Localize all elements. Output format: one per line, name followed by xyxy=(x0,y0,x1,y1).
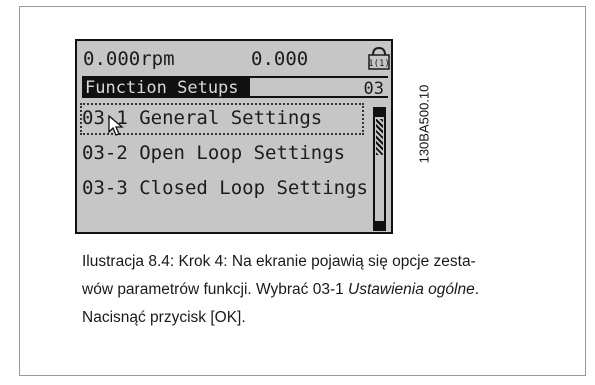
caption-line-2-suffix: . xyxy=(474,281,480,298)
figure-caption: Ilustracja 8.4: Krok 4: Na ekranie pojaw… xyxy=(82,248,552,332)
lock-label: 1(1) xyxy=(368,59,390,69)
figure-code-text: 130BA500.10 xyxy=(416,84,432,164)
caption-line-1: Ilustracja 8.4: Krok 4: Na ekranie pojaw… xyxy=(82,253,476,270)
scroll-up-arrow-icon[interactable] xyxy=(375,108,384,117)
caption-line-2: wów parametrów funkcji. Wybrać 03-1 Usta… xyxy=(82,276,552,304)
value-readout: 0.000 xyxy=(251,48,309,70)
menu-title-bar: Function Setups 03 xyxy=(82,76,388,99)
menu-code-field: 03 xyxy=(250,78,388,99)
mouse-cursor-icon xyxy=(108,115,124,136)
menu-item-closed-loop-settings[interactable]: 03-3 Closed Loop Settings xyxy=(82,179,368,198)
figure-code-label: 130BA500.10 xyxy=(415,39,433,209)
menu-item-open-loop-settings[interactable]: 03-2 Open Loop Settings xyxy=(82,144,345,163)
scroll-down-arrow-icon[interactable] xyxy=(375,221,384,230)
scroll-thumb[interactable] xyxy=(376,119,383,155)
menu-code: 03 xyxy=(363,79,384,99)
caption-line-2-italic: Ustawienia ogólne xyxy=(348,281,475,298)
speed-readout: 0.000rpm xyxy=(83,48,175,70)
figure-frame: 0.000rpm 0.000 1(1) Function Setups 03 0… xyxy=(19,6,586,376)
caption-line-2-prefix: wów parametrów funkcji. Wybrać 03-1 xyxy=(82,281,349,298)
scrollbar[interactable] xyxy=(373,107,386,231)
lcd-display: 0.000rpm 0.000 1(1) Function Setups 03 0… xyxy=(75,39,393,234)
caption-line-3: Nacisnąć przycisk [OK]. xyxy=(82,309,246,326)
menu-title: Function Setups xyxy=(85,78,239,98)
lock-icon: 1(1) xyxy=(368,46,390,70)
